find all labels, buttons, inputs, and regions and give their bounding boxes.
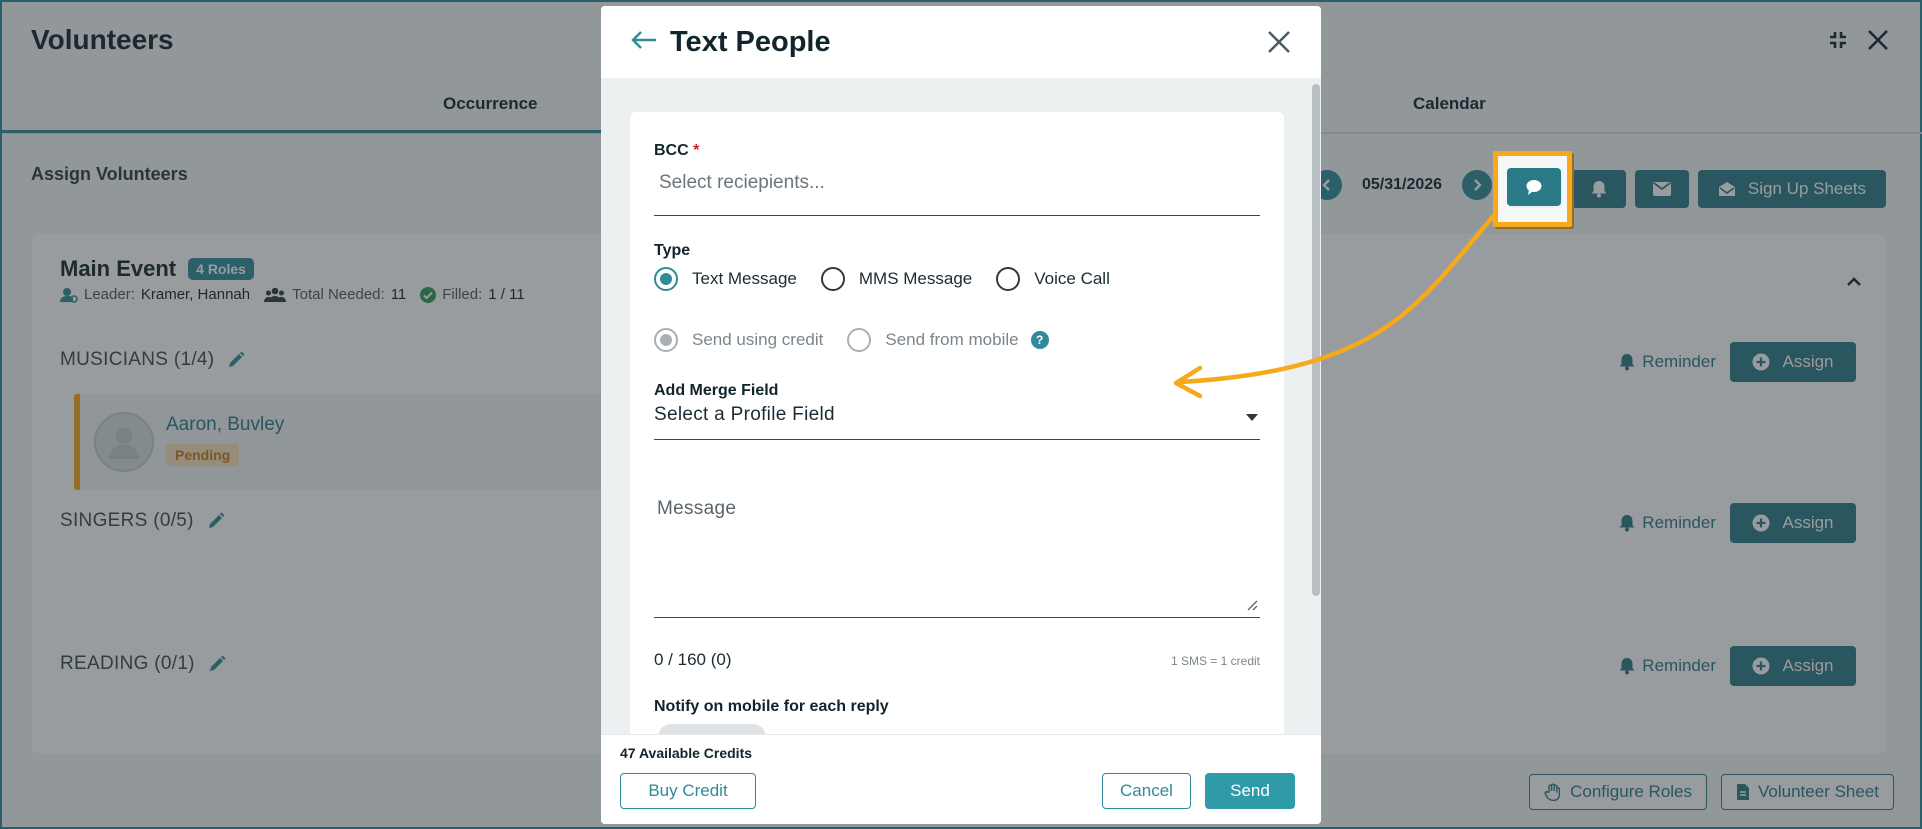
merge-field-value: Select a Profile Field bbox=[654, 404, 835, 425]
notify-label: Notify on mobile for each reply bbox=[654, 698, 889, 715]
radio-send-from-mobile-label[interactable]: Send from mobile bbox=[885, 330, 1018, 350]
scrollbar[interactable] bbox=[1309, 84, 1321, 604]
merge-field-select[interactable]: Select a Profile Field bbox=[654, 404, 1260, 440]
sms-credit-note: 1 SMS = 1 credit bbox=[1170, 654, 1260, 668]
radio-send-using-credit-label[interactable]: Send using credit bbox=[692, 330, 823, 350]
merge-field-label: Add Merge Field bbox=[654, 382, 779, 399]
radio-text-message[interactable] bbox=[654, 267, 678, 291]
required-marker: * bbox=[693, 142, 700, 159]
radio-mms-message[interactable] bbox=[820, 267, 845, 291]
radio-voice-call-label[interactable]: Voice Call bbox=[1034, 269, 1110, 289]
buy-credit-button[interactable]: Buy Credit bbox=[620, 773, 756, 809]
back-arrow-icon[interactable] bbox=[631, 30, 657, 55]
bcc-label: BCC * bbox=[654, 142, 699, 160]
resize-handle-icon[interactable] bbox=[1246, 599, 1258, 611]
chat-bubble-icon bbox=[1526, 180, 1542, 195]
available-credits: 47 Available Credits bbox=[620, 745, 753, 761]
radio-send-using-credit[interactable] bbox=[654, 328, 678, 352]
send-button[interactable]: Send bbox=[1205, 773, 1295, 809]
caret-down-icon bbox=[1246, 414, 1258, 421]
dialog-header: Text People bbox=[601, 6, 1321, 78]
scrollbar-thumb[interactable] bbox=[1312, 84, 1320, 596]
radio-voice-call[interactable] bbox=[996, 267, 1021, 291]
type-label: Type bbox=[654, 242, 691, 259]
bcc-label-text: BCC bbox=[654, 142, 689, 159]
radio-send-from-mobile[interactable] bbox=[847, 328, 872, 352]
bcc-recipients-input[interactable]: Select reciepients... bbox=[654, 168, 1260, 216]
character-counter: 0 / 160 (0) bbox=[654, 650, 732, 669]
type-radio-group: Text Message MMS Message Voice Call bbox=[654, 267, 1134, 291]
text-people-button-highlighted[interactable] bbox=[1507, 168, 1561, 206]
dialog-body: BCC * Select reciepients... Type Text Me… bbox=[601, 78, 1321, 752]
text-people-dialog: Text People BCC * Select reciepients... … bbox=[601, 6, 1321, 824]
close-icon[interactable] bbox=[1267, 30, 1291, 59]
radio-mms-message-label[interactable]: MMS Message bbox=[859, 269, 972, 289]
send-method-radio-group: Send using credit Send from mobile ? bbox=[654, 328, 1049, 352]
dialog-footer: 47 Available Credits Buy Credit Cancel S… bbox=[601, 734, 1321, 824]
text-form: BCC * Select reciepients... Type Text Me… bbox=[630, 112, 1284, 752]
radio-text-message-label[interactable]: Text Message bbox=[692, 269, 797, 289]
bcc-placeholder: Select reciepients... bbox=[659, 172, 825, 193]
cancel-button[interactable]: Cancel bbox=[1102, 773, 1191, 809]
dialog-title: Text People bbox=[670, 26, 831, 58]
message-textarea[interactable] bbox=[654, 482, 1260, 618]
help-icon[interactable]: ? bbox=[1030, 331, 1049, 349]
